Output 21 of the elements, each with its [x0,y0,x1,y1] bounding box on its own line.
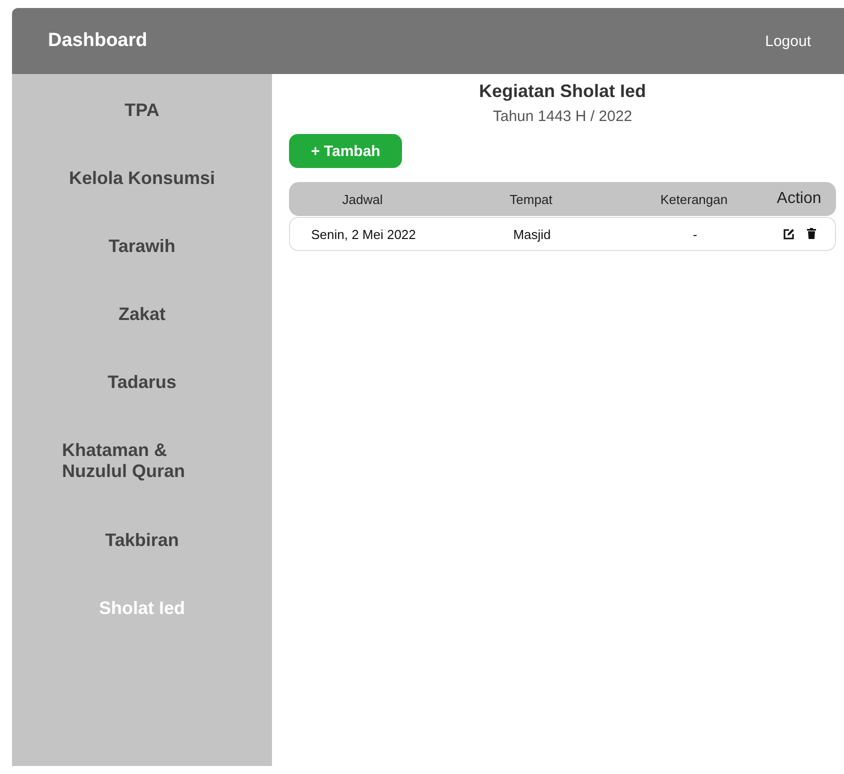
add-button[interactable]: + Tambah [289,134,402,168]
column-header: Action [776,190,822,208]
column-header: Keterangan [659,192,729,206]
table-cell-text: Senin, 2 Mei 2022 [310,226,417,242]
logout-link[interactable]: Logout [765,32,811,50]
column-header: Jadwal [341,192,384,206]
sidebar-item[interactable]: Takbiran [12,506,272,574]
edit-icon[interactable] [782,228,794,240]
table-cell-text: Masjid [512,226,552,242]
sidebar-item[interactable]: Zakat [12,280,272,348]
table-cell-text: - [692,226,698,242]
page-subtitle: Tahun 1443 H / 2022 [492,108,632,125]
sidebar-item[interactable]: Khataman & Nuzulul Quran [12,416,272,506]
column-header: Tempat [508,192,554,206]
sidebar-item[interactable]: Tadarus [12,348,272,416]
page-title: Kegiatan Sholat Ied [478,81,646,102]
dashboard-title: Dashboard [48,30,148,52]
sidebar-item[interactable]: TPA [12,76,272,144]
trash-icon[interactable] [806,228,816,239]
sidebar-item[interactable]: Tarawih [12,212,272,280]
sidebar-item[interactable]: Kelola Konsumsi [12,144,272,212]
